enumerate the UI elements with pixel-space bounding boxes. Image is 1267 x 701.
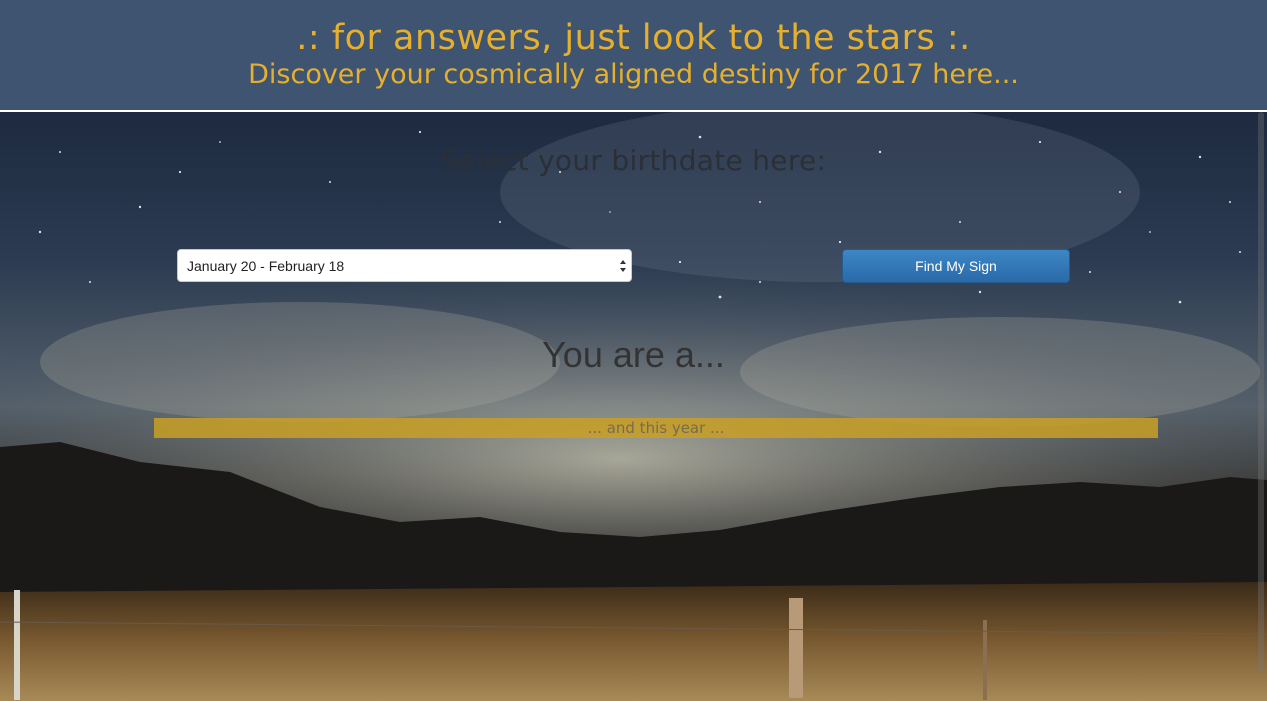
birthdate-select-value: January 20 - February 18 [187, 258, 345, 274]
result-heading: You are a... [542, 334, 725, 375]
year-forecast-text: ... and this year ... [587, 419, 725, 437]
site-header: .: for answers, just look to the stars :… [0, 0, 1267, 112]
find-my-sign-button[interactable]: Find My Sign [842, 249, 1070, 283]
subtitle: Discover your cosmically aligned destiny… [248, 59, 1019, 90]
tagline: .: for answers, just look to the stars :… [296, 18, 971, 58]
up-down-arrows-icon [620, 260, 626, 272]
year-forecast-bar: ... and this year ... [154, 418, 1158, 438]
night-sky-background: Select your birthdate here: January 20 -… [0, 112, 1267, 701]
page-scrollbar[interactable] [1258, 112, 1264, 672]
birthdate-select[interactable]: January 20 - February 18 [177, 249, 632, 282]
birthdate-prompt: Select your birthdate here: [440, 144, 827, 177]
landscape-illustration [0, 112, 1267, 701]
